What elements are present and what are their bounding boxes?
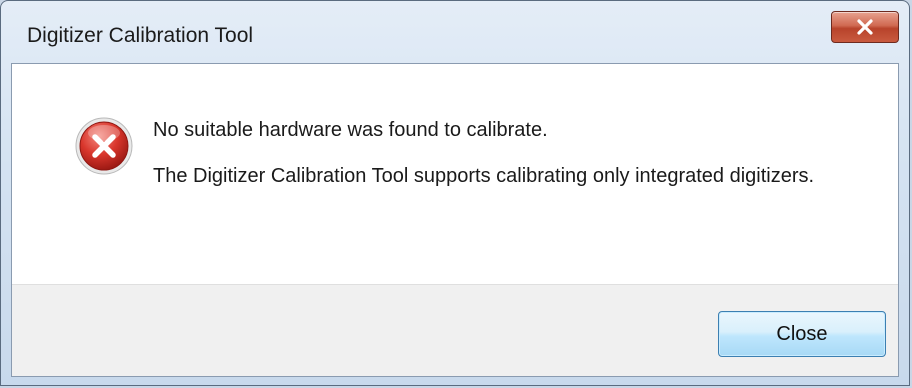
message-text: No suitable hardware was found to calibr… xyxy=(153,116,873,190)
detail-message: The Digitizer Calibration Tool supports … xyxy=(153,165,815,187)
dialog-client-area: No suitable hardware was found to calibr… xyxy=(11,63,899,377)
title-bar[interactable]: Digitizer Calibration Tool xyxy=(1,1,909,63)
error-icon xyxy=(75,117,133,175)
window-title: Digitizer Calibration Tool xyxy=(27,24,254,47)
close-button[interactable]: Close xyxy=(718,311,886,357)
main-message: No suitable hardware was found to calibr… xyxy=(153,119,548,141)
title-close-button[interactable] xyxy=(831,11,899,43)
message-area: No suitable hardware was found to calibr… xyxy=(12,64,898,284)
dialog-window: Digitizer Calibration Tool No suitable h… xyxy=(0,0,910,386)
close-icon xyxy=(857,19,873,35)
button-bar: Close xyxy=(12,284,898,376)
